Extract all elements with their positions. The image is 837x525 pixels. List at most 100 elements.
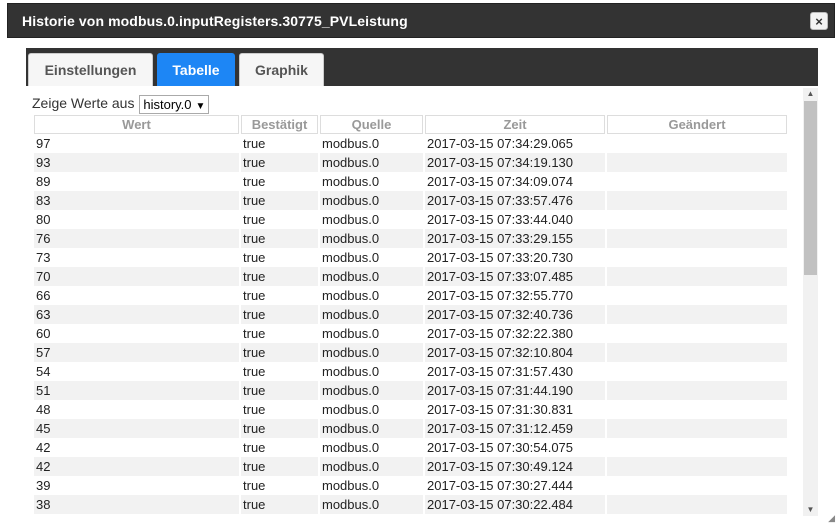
close-icon: ×	[815, 14, 823, 29]
cell-zeit: 2017-03-15 07:34:29.065	[425, 134, 605, 153]
table-row[interactable]: 60 true modbus.0 2017-03-15 07:32:22.380	[34, 324, 787, 343]
cell-bestaetigt: true	[241, 400, 318, 419]
cell-geaendert	[607, 343, 787, 362]
dialog-title: Historie von modbus.0.inputRegisters.307…	[22, 13, 408, 29]
cell-geaendert	[607, 324, 787, 343]
cell-quelle: modbus.0	[320, 229, 423, 248]
scroll-thumb[interactable]	[804, 101, 817, 275]
content-scrollbar[interactable]: ▲ ▼	[803, 88, 818, 516]
column-header-zeit[interactable]: Zeit	[425, 115, 605, 134]
cell-wert: 60	[34, 324, 239, 343]
table-row[interactable]: 45 true modbus.0 2017-03-15 07:31:12.459	[34, 419, 787, 438]
cell-zeit: 2017-03-15 07:32:10.804	[425, 343, 605, 362]
table-row[interactable]: 63 true modbus.0 2017-03-15 07:32:40.736	[34, 305, 787, 324]
cell-geaendert	[607, 476, 787, 495]
cell-geaendert	[607, 172, 787, 191]
history-source-select[interactable]: history.0 ▼	[139, 95, 210, 114]
cell-bestaetigt: true	[241, 134, 318, 153]
table-row[interactable]: 51 true modbus.0 2017-03-15 07:31:44.190	[34, 381, 787, 400]
cell-wert: 57	[34, 343, 239, 362]
cell-bestaetigt: true	[241, 362, 318, 381]
cell-bestaetigt: true	[241, 476, 318, 495]
cell-wert: 45	[34, 419, 239, 438]
cell-quelle: modbus.0	[320, 419, 423, 438]
tab-einstellungen[interactable]: Einstellungen	[28, 53, 153, 86]
cell-geaendert	[607, 400, 787, 419]
chevron-down-icon: ▼	[195, 101, 206, 112]
table-row[interactable]: 39 true modbus.0 2017-03-15 07:30:27.444	[34, 476, 787, 495]
tab-tabelle[interactable]: Tabelle	[157, 53, 235, 86]
cell-quelle: modbus.0	[320, 324, 423, 343]
cell-zeit: 2017-03-15 07:32:22.380	[425, 324, 605, 343]
cell-bestaetigt: true	[241, 210, 318, 229]
cell-wert: 83	[34, 191, 239, 210]
table-row[interactable]: 48 true modbus.0 2017-03-15 07:31:30.831	[34, 400, 787, 419]
table-row[interactable]: 93 true modbus.0 2017-03-15 07:34:19.130	[34, 153, 787, 172]
cell-quelle: modbus.0	[320, 438, 423, 457]
cell-quelle: modbus.0	[320, 362, 423, 381]
cell-wert: 89	[34, 172, 239, 191]
cell-zeit: 2017-03-15 07:32:55.770	[425, 286, 605, 305]
cell-wert: 39	[34, 476, 239, 495]
cell-zeit: 2017-03-15 07:33:44.040	[425, 210, 605, 229]
column-header-bestaetigt[interactable]: Bestätigt	[241, 115, 318, 134]
dialog-titlebar[interactable]: Historie von modbus.0.inputRegisters.307…	[7, 3, 835, 38]
scroll-down-arrow-icon[interactable]: ▼	[803, 504, 818, 516]
table-header-row: Wert Bestätigt Quelle Zeit Geändert	[34, 115, 787, 134]
table-row[interactable]: 54 true modbus.0 2017-03-15 07:31:57.430	[34, 362, 787, 381]
table-row[interactable]: 97 true modbus.0 2017-03-15 07:34:29.065	[34, 134, 787, 153]
cell-bestaetigt: true	[241, 286, 318, 305]
history-dialog: Historie von modbus.0.inputRegisters.307…	[0, 0, 837, 525]
cell-quelle: modbus.0	[320, 400, 423, 419]
column-header-quelle[interactable]: Quelle	[320, 115, 423, 134]
table-row[interactable]: 66 true modbus.0 2017-03-15 07:32:55.770	[34, 286, 787, 305]
cell-geaendert	[607, 267, 787, 286]
cell-zeit: 2017-03-15 07:33:29.155	[425, 229, 605, 248]
cell-quelle: modbus.0	[320, 381, 423, 400]
cell-quelle: modbus.0	[320, 210, 423, 229]
cell-quelle: modbus.0	[320, 248, 423, 267]
cell-bestaetigt: true	[241, 267, 318, 286]
close-button[interactable]: ×	[810, 12, 828, 30]
cell-bestaetigt: true	[241, 419, 318, 438]
tab-graphik[interactable]: Graphik	[239, 53, 324, 86]
scroll-up-arrow-icon[interactable]: ▲	[803, 88, 818, 100]
cell-quelle: modbus.0	[320, 191, 423, 210]
resize-grip-icon[interactable]: ◢	[825, 513, 835, 523]
table-row[interactable]: 76 true modbus.0 2017-03-15 07:33:29.155	[34, 229, 787, 248]
cell-wert: 66	[34, 286, 239, 305]
table-row[interactable]: 42 true modbus.0 2017-03-15 07:30:54.075	[34, 438, 787, 457]
cell-wert: 73	[34, 248, 239, 267]
cell-bestaetigt: true	[241, 457, 318, 476]
cell-geaendert	[607, 210, 787, 229]
table-row[interactable]: 83 true modbus.0 2017-03-15 07:33:57.476	[34, 191, 787, 210]
cell-wert: 38	[34, 495, 239, 514]
column-header-geaendert[interactable]: Geändert	[607, 115, 787, 134]
source-label: Zeige Werte aus	[32, 95, 135, 112]
cell-geaendert	[607, 381, 787, 400]
table-row[interactable]: 73 true modbus.0 2017-03-15 07:33:20.730	[34, 248, 787, 267]
cell-quelle: modbus.0	[320, 153, 423, 172]
table-row[interactable]: 89 true modbus.0 2017-03-15 07:34:09.074	[34, 172, 787, 191]
cell-bestaetigt: true	[241, 248, 318, 267]
cell-wert: 80	[34, 210, 239, 229]
table-row[interactable]: 80 true modbus.0 2017-03-15 07:33:44.040	[34, 210, 787, 229]
cell-zeit: 2017-03-15 07:31:12.459	[425, 419, 605, 438]
cell-zeit: 2017-03-15 07:31:57.430	[425, 362, 605, 381]
table-row[interactable]: 57 true modbus.0 2017-03-15 07:32:10.804	[34, 343, 787, 362]
table-row[interactable]: 70 true modbus.0 2017-03-15 07:33:07.485	[34, 267, 787, 286]
cell-bestaetigt: true	[241, 229, 318, 248]
cell-bestaetigt: true	[241, 305, 318, 324]
cell-bestaetigt: true	[241, 438, 318, 457]
tab-bar: Einstellungen Tabelle Graphik	[26, 48, 818, 86]
history-table: Wert Bestätigt Quelle Zeit Geändert 97 tr…	[32, 115, 789, 514]
cell-quelle: modbus.0	[320, 134, 423, 153]
cell-quelle: modbus.0	[320, 172, 423, 191]
cell-zeit: 2017-03-15 07:34:09.074	[425, 172, 605, 191]
cell-zeit: 2017-03-15 07:30:22.484	[425, 495, 605, 514]
table-row[interactable]: 42 true modbus.0 2017-03-15 07:30:49.124	[34, 457, 787, 476]
table-row[interactable]: 38 true modbus.0 2017-03-15 07:30:22.484	[34, 495, 787, 514]
cell-wert: 97	[34, 134, 239, 153]
column-header-wert[interactable]: Wert	[34, 115, 239, 134]
cell-geaendert	[607, 248, 787, 267]
